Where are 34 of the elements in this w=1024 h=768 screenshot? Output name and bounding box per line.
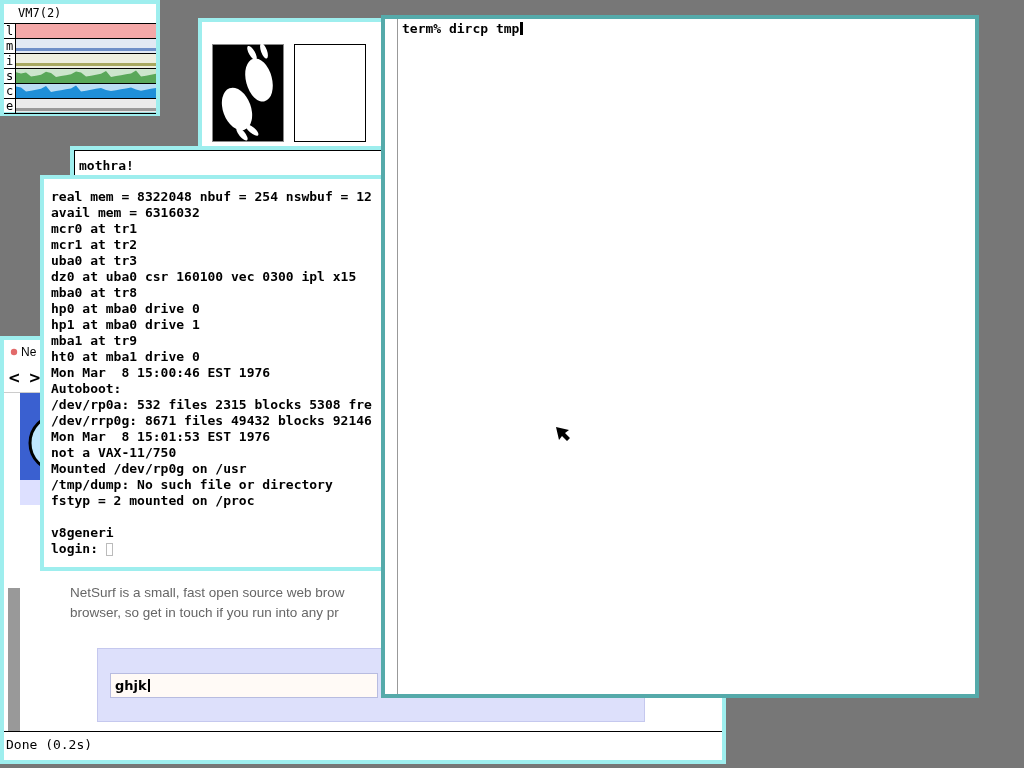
console-line: dz0 at uba0 csr 160100 vec 0300 ipl x15 <box>51 269 358 285</box>
console-line: Mounted /dev/rp0g on /usr <box>51 461 248 477</box>
console-line: hp1 at mba0 drive 1 <box>51 317 201 333</box>
mouse-pointer-icon <box>555 426 571 442</box>
console-line: /dev/rrp0g: 8671 files 49432 blocks 92146 <box>51 413 373 429</box>
console-line: Autoboot: <box>51 381 123 397</box>
console-line: mba1 at tr9 <box>51 333 139 349</box>
search-field[interactable]: ghjk <box>110 672 378 698</box>
text-cursor-icon <box>105 542 113 556</box>
console-line: mcr0 at tr1 <box>51 221 139 237</box>
nav-button[interactable]: < <box>6 369 23 387</box>
console-line: avail mem = 6316032 <box>51 205 201 221</box>
favicon-icon <box>10 348 18 356</box>
console-line: /dev/rp0a: 532 files 2315 blocks 5308 fre <box>51 397 373 413</box>
console-line: real mem = 8322048 nbuf = 254 nswbuf = 12 <box>51 189 373 205</box>
console-line: hp0 at mba0 drive 0 <box>51 301 201 317</box>
console-line: /tmp/dump: No such file or directory <box>51 477 334 493</box>
console-line: Mon Mar 8 15:00:46 EST 1976 <box>51 365 272 381</box>
console-line: mcr1 at tr2 <box>51 237 139 253</box>
tab-title[interactable]: Ne <box>21 345 37 359</box>
nav-button[interactable]: > <box>26 369 44 387</box>
console-line: v8generi <box>51 525 115 541</box>
scrollbar-thumb[interactable] <box>8 588 20 731</box>
intro-paragraph: NetSurf is a small, fast open source web brow browser, so get in touch if you run into any pr <box>70 584 346 622</box>
console-line: mba0 at tr8 <box>51 285 139 301</box>
console-line: not a VAX-11/750 <box>51 445 178 461</box>
status-bar: Done (0.2s) <box>4 731 722 760</box>
terminal-window[interactable]: term% dircp tmp <box>381 15 979 698</box>
console-line: uba0 at tr3 <box>51 253 139 269</box>
console-line: ht0 at mba1 drive 0 <box>51 349 201 365</box>
login-prompt: login: <box>51 541 98 557</box>
console-line: Mon Mar 8 15:01:53 EST 1976 <box>51 429 272 445</box>
console-line: fstyp = 2 mounted on /proc <box>51 493 256 509</box>
command-line: term% dircp tmp <box>402 21 520 37</box>
